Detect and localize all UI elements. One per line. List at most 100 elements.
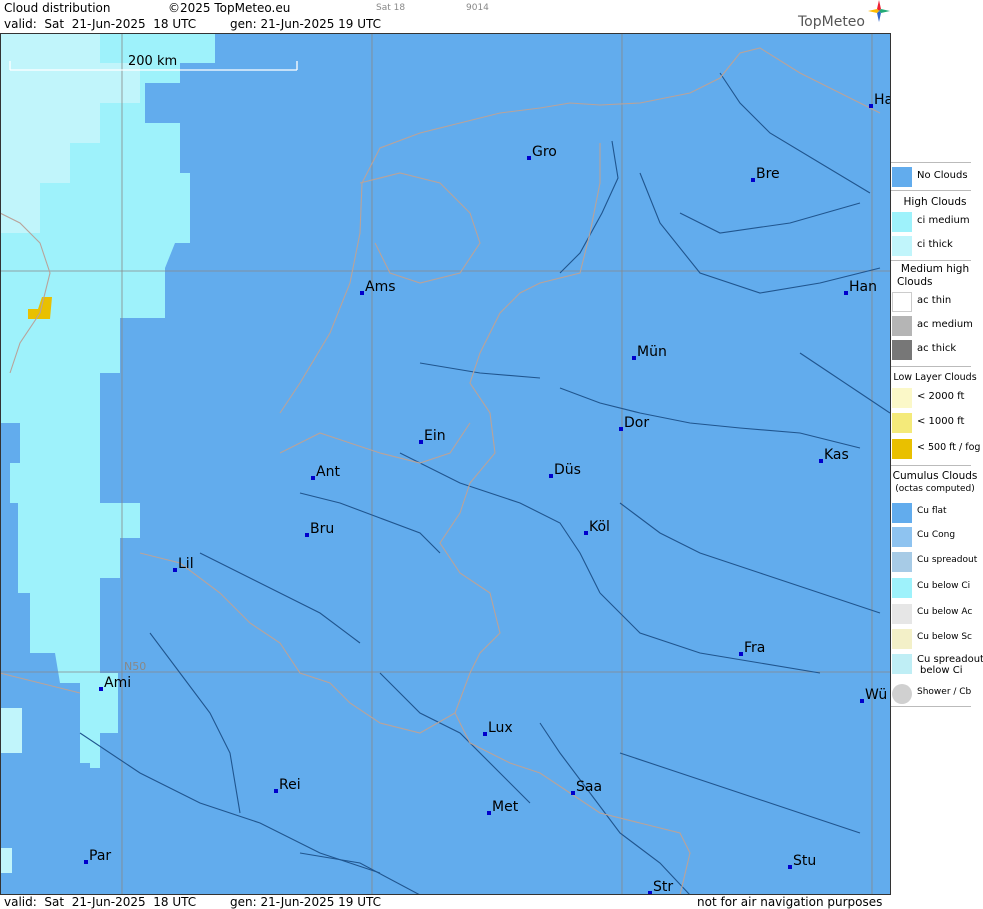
city-label: Gro (532, 144, 557, 160)
legend-label: Shower / Cb (917, 687, 972, 697)
city-marker-mün[interactable]: Mün (632, 344, 667, 360)
city-marker-wü[interactable]: Wü (860, 687, 887, 703)
city-marker-ami[interactable]: Ami (99, 675, 131, 691)
city-label: Ams (365, 279, 396, 295)
ci-medium-swatch (892, 212, 912, 232)
city-label: Bru (310, 521, 334, 537)
city-marker-han[interactable]: Han (844, 279, 877, 295)
city-dot-icon (173, 568, 177, 572)
city-marker-bre[interactable]: Bre (751, 166, 780, 182)
map-title: Cloud distribution (4, 1, 111, 15)
header-bar: Cloud distribution ©2025 TopMeteo.eu Sat… (0, 0, 891, 16)
low-1000-swatch (892, 413, 912, 433)
city-label: Ami (104, 675, 131, 691)
city-label: Kas (824, 447, 849, 463)
ac-medium-swatch (892, 316, 912, 336)
latitude-label: N50 (124, 660, 146, 673)
city-label: Dor (624, 415, 649, 431)
city-dot-icon (311, 476, 315, 480)
legend-label: Cu flat (917, 506, 947, 516)
city-dot-icon (819, 459, 823, 463)
city-dot-icon (527, 156, 531, 160)
legend-label: < 1000 ft (917, 416, 965, 427)
medium-heading-line1: Medium high (900, 263, 970, 275)
city-dot-icon (99, 687, 103, 691)
cu-spreadout-swatch (892, 552, 912, 572)
legend-label: Cu below Sc (917, 632, 972, 642)
city-dot-icon (419, 440, 423, 444)
legend-cu-spread-ci: Cu spreadout below Ci (891, 652, 983, 680)
legend-label: ci thick (917, 239, 953, 250)
legend-ac-thick: ac thick (891, 338, 983, 360)
city-dot-icon (869, 104, 873, 108)
legend-label: ci medium (917, 215, 970, 226)
city-label: Ant (316, 464, 340, 480)
city-label: Saa (576, 779, 602, 795)
cu-below-ac-swatch (892, 604, 912, 624)
legend-ac-medium: ac medium (891, 314, 983, 336)
legend-label: Cu Cong (917, 530, 956, 540)
city-marker-bru[interactable]: Bru (305, 521, 334, 537)
city-marker-met[interactable]: Met (487, 799, 519, 815)
city-marker-düs[interactable]: Düs (549, 462, 581, 478)
city-label: Str (653, 879, 673, 895)
logo-text: TopMeteo (798, 14, 865, 30)
legend-label: No Clouds (917, 170, 968, 181)
legend-label: < 2000 ft (917, 391, 965, 402)
compass-logo-icon (868, 0, 890, 22)
city-dot-icon (360, 291, 364, 295)
cloud-map[interactable]: N50 200 km GroBreHaAms HanMünDorEinKasAn… (0, 33, 891, 895)
city-label: Bre (756, 166, 780, 182)
city-dot-icon (549, 474, 553, 478)
city-dot-icon (619, 427, 623, 431)
ac-thick-swatch (892, 340, 912, 360)
cu-cong-swatch (892, 527, 912, 547)
city-marker-gro[interactable]: Gro (527, 144, 557, 160)
medium-heading-line2: Clouds (897, 276, 933, 288)
ci-thick-area-south (0, 708, 22, 753)
copyright-text: ©2025 TopMeteo.eu (168, 1, 291, 15)
legend-low-1000: < 1000 ft (891, 411, 983, 433)
city-marker-stu[interactable]: Stu (788, 853, 816, 869)
city-marker-lux[interactable]: Lux (483, 720, 513, 736)
city-marker-dor[interactable]: Dor (619, 415, 649, 431)
city-dot-icon (487, 811, 491, 815)
city-dot-icon (751, 178, 755, 182)
city-marker-ant[interactable]: Ant (311, 464, 340, 480)
city-label: Stu (793, 853, 816, 869)
city-label: Ha (874, 92, 891, 108)
legend-label: Cu spreadout (917, 555, 978, 565)
legend-label: ac thick (917, 343, 957, 354)
cumulus-heading: Cumulus Clouds (octas computed) (891, 470, 979, 496)
city-label: Ein (424, 428, 446, 444)
legend-label: ac medium (917, 319, 973, 330)
medium-clouds-heading: Medium high Clouds (891, 263, 979, 289)
code-label: 9014 (466, 3, 489, 13)
city-label: Köl (589, 519, 610, 535)
city-label: Lux (488, 720, 513, 736)
city-dot-icon (84, 860, 88, 864)
city-label: Fra (744, 640, 765, 656)
city-marker-par[interactable]: Par (84, 848, 111, 864)
scale-label: 200 km (128, 54, 177, 69)
low-2000-swatch (892, 388, 912, 408)
legend-ac-thin: ac thin (891, 290, 983, 312)
legend-ci-thick: ci thick (891, 234, 983, 256)
legend-no-clouds: No Clouds (891, 165, 983, 187)
legend-label: ac thin (917, 295, 952, 306)
ci-thick-swatch (892, 236, 912, 256)
city-label: Wü (865, 687, 887, 703)
shower-swatch (892, 684, 912, 704)
legend-cu-below-ci: Cu below Ci (891, 576, 983, 598)
disclaimer-text: not for air navigation purposes (697, 895, 883, 909)
city-dot-icon (788, 865, 792, 869)
city-label: Düs (554, 462, 581, 478)
city-label: Lil (178, 556, 194, 572)
city-dot-icon (305, 533, 309, 537)
city-marker-ams[interactable]: Ams (360, 279, 396, 295)
legend-ci-medium: ci medium (891, 210, 983, 232)
city-marker-kas[interactable]: Kas (819, 447, 849, 463)
city-marker-saa[interactable]: Saa (571, 779, 602, 795)
legend-cu-below-sc: Cu below Sc (891, 627, 983, 649)
no-clouds-swatch (892, 167, 912, 187)
